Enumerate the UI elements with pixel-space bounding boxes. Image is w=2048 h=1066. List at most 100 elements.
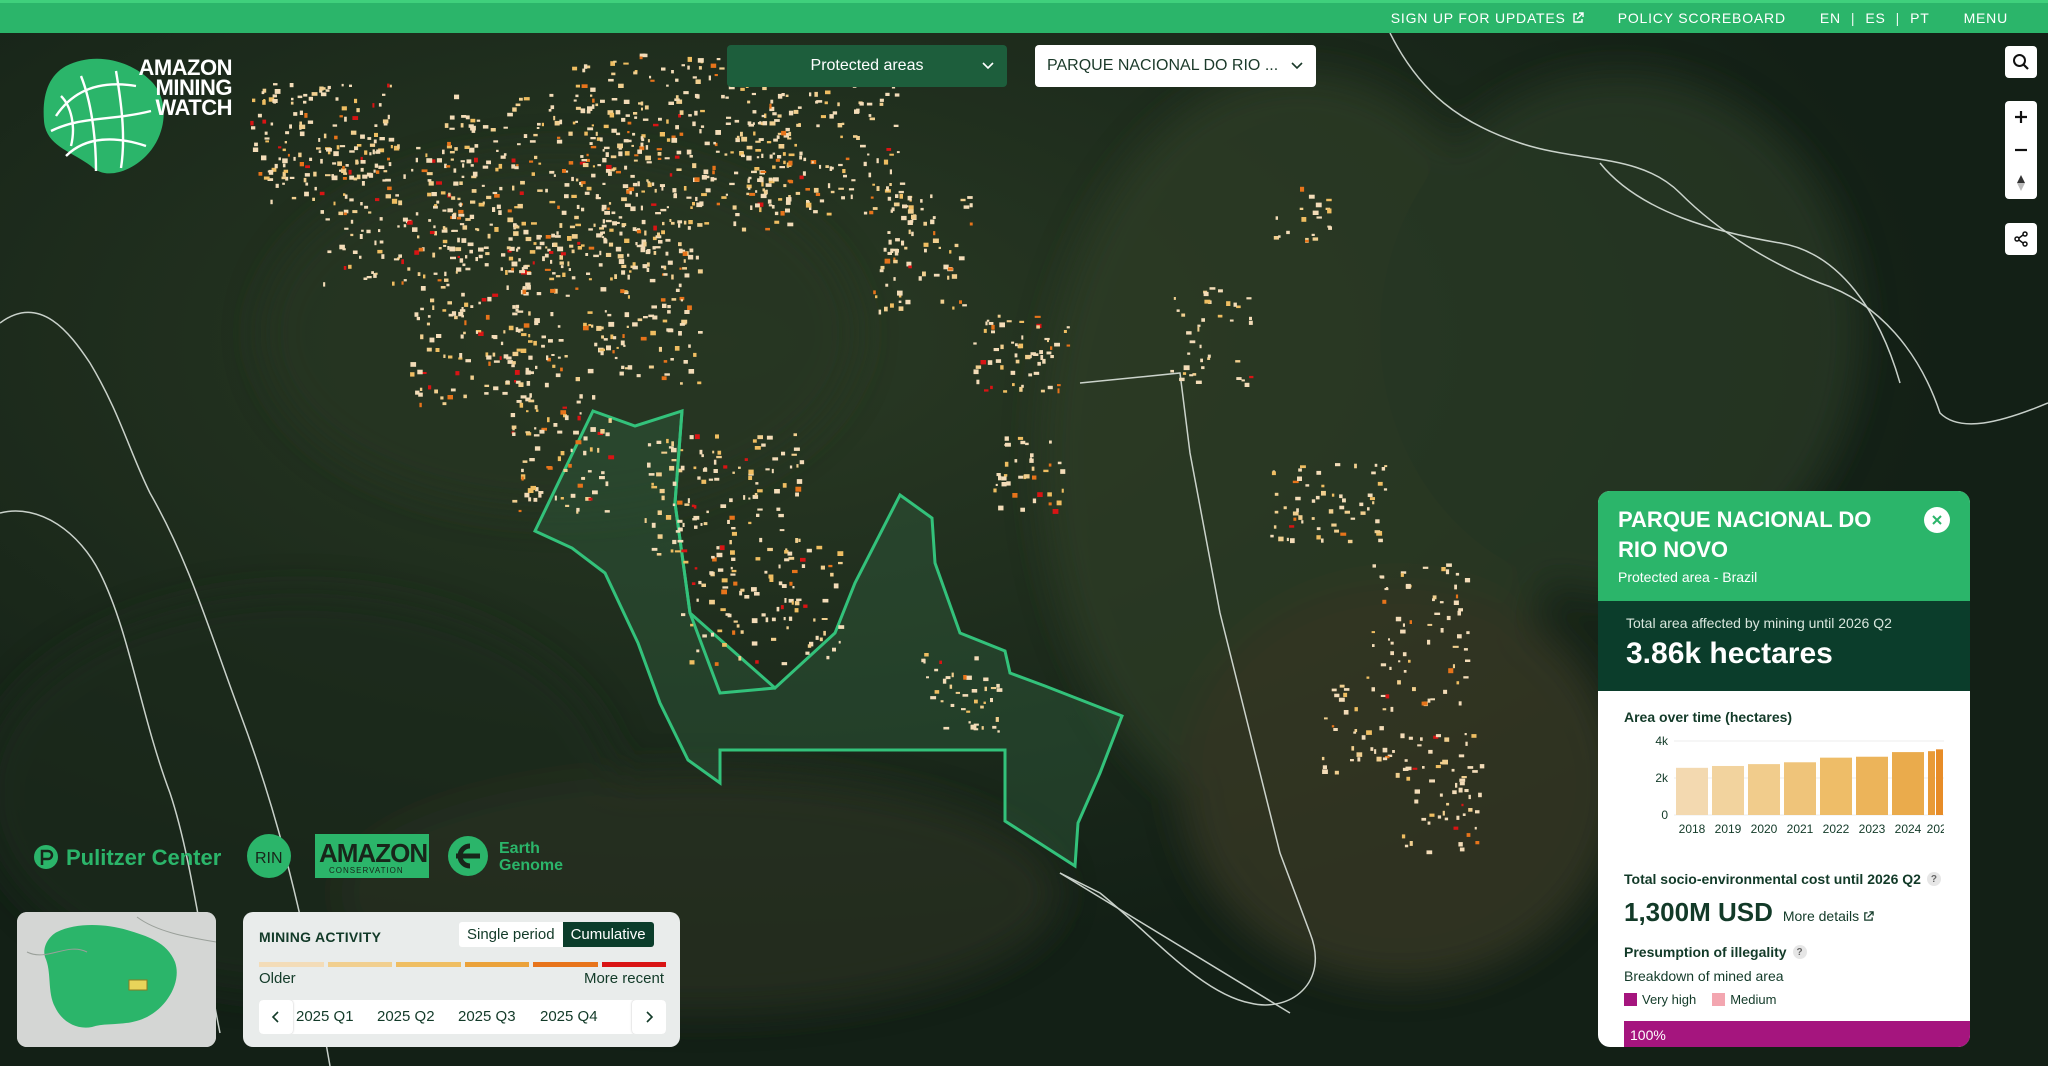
chart-bar[interactable] <box>1784 762 1816 815</box>
chart-bar[interactable] <box>1676 767 1708 815</box>
mining-spot <box>792 569 798 574</box>
mining-spot <box>671 70 674 74</box>
single-period-option[interactable]: Single period <box>459 922 563 947</box>
mining-spot <box>656 440 662 444</box>
mining-spot <box>526 410 529 413</box>
mining-spot <box>387 114 390 120</box>
mining-spot <box>993 488 997 493</box>
mining-spot <box>1422 566 1429 569</box>
mining-spot <box>502 391 508 395</box>
mining-spot <box>869 210 874 215</box>
timeline-period[interactable]: 2025 Q3 <box>458 1008 516 1025</box>
mining-spot <box>584 131 588 136</box>
menu-button[interactable]: MENU <box>1964 10 2008 26</box>
mining-spot <box>851 179 856 182</box>
mining-spot <box>567 236 572 241</box>
help-icon[interactable]: ? <box>1792 945 1807 959</box>
policy-scoreboard-link[interactable]: POLICY SCOREBOARD <box>1618 10 1786 26</box>
timeline-prev-button[interactable] <box>259 1000 293 1034</box>
mining-spot <box>624 165 628 170</box>
mining-spot <box>378 165 385 169</box>
search-button[interactable] <box>2005 46 2037 78</box>
mining-spot <box>602 157 607 163</box>
mining-spot <box>444 271 447 277</box>
mining-spot <box>826 212 832 216</box>
chart-bar[interactable] <box>1820 757 1852 815</box>
chart-bar[interactable] <box>1748 764 1780 815</box>
mining-spot <box>372 149 375 155</box>
mining-spot <box>481 298 487 302</box>
mining-spot <box>632 227 637 231</box>
overview-minimap[interactable] <box>17 912 216 1047</box>
mining-spot <box>515 304 520 309</box>
period-mode-toggle: Single period Cumulative <box>459 922 654 947</box>
mining-spot <box>503 126 508 129</box>
mining-spot <box>705 188 711 193</box>
mining-spot <box>446 283 450 287</box>
timeline-next-button[interactable] <box>632 1000 666 1034</box>
mining-spot <box>290 101 294 105</box>
mining-spot <box>447 301 452 305</box>
share-button[interactable] <box>2005 223 2037 255</box>
mining-spot <box>1308 194 1315 199</box>
mining-spot <box>1274 510 1279 514</box>
mining-spot <box>515 103 521 107</box>
chart-bar[interactable] <box>1712 765 1744 815</box>
mining-spot <box>511 267 514 271</box>
mining-spot <box>703 169 709 175</box>
mining-spot <box>550 312 554 317</box>
area-dropdown[interactable]: PARQUE NACIONAL DO RIO ... <box>1035 45 1316 87</box>
zoom-in-button[interactable] <box>2005 101 2037 133</box>
chart-bar[interactable] <box>1856 756 1888 815</box>
mining-spot <box>1354 729 1358 733</box>
mining-spot <box>455 270 458 274</box>
mining-spot <box>1374 749 1377 754</box>
illegality-bar[interactable]: 100% <box>1624 1021 1970 1047</box>
timeline-period[interactable]: 2025 Q1 <box>296 1008 354 1025</box>
cumulative-option[interactable]: Cumulative <box>562 922 654 947</box>
mining-spot <box>674 346 680 351</box>
lang-pt[interactable]: PT <box>1910 10 1930 26</box>
zoom-out-button[interactable] <box>2005 134 2037 166</box>
more-details-link[interactable]: More details <box>1783 908 1874 924</box>
mining-spot <box>518 258 521 262</box>
mining-spot <box>721 196 727 199</box>
close-panel-button[interactable] <box>1924 507 1950 533</box>
layer-type-dropdown[interactable]: Protected areas <box>727 45 1007 87</box>
chart-bar[interactable] <box>1928 751 1935 815</box>
lang-es[interactable]: ES <box>1865 10 1885 26</box>
chart-bar[interactable] <box>1936 749 1943 815</box>
mining-spot <box>620 340 625 346</box>
reset-bearing-button[interactable] <box>2005 167 2037 199</box>
share-icon <box>2014 231 2028 247</box>
mining-spot <box>1381 467 1386 471</box>
timeline-period[interactable]: 2025 Q2 <box>377 1008 435 1025</box>
mining-spot <box>1015 359 1020 364</box>
mining-spot <box>583 322 587 326</box>
chart-bar[interactable] <box>1892 752 1924 815</box>
compass-icon <box>2017 175 2025 191</box>
mining-spot <box>272 99 278 103</box>
mining-spot <box>678 331 682 336</box>
mining-spot <box>680 449 684 452</box>
timeline-period[interactable]: 2025 Q4 <box>540 1008 598 1025</box>
mining-spot <box>816 124 820 128</box>
mining-spot <box>658 240 663 244</box>
color-scale-step <box>259 962 324 967</box>
mining-spot <box>621 270 626 275</box>
help-icon[interactable]: ? <box>1926 872 1941 886</box>
mining-spot <box>423 274 426 279</box>
lang-en[interactable]: EN <box>1820 10 1841 26</box>
mining-spot <box>698 66 702 70</box>
mining-spot <box>525 431 530 434</box>
mining-spot <box>712 450 715 454</box>
mining-spot <box>572 121 576 125</box>
amazon-label: AMAZON <box>319 838 428 868</box>
mining-spot <box>795 538 799 543</box>
mining-spot <box>963 205 970 209</box>
mining-spot <box>1432 595 1437 600</box>
sign-up-link[interactable]: SIGN UP FOR UPDATES <box>1391 10 1584 26</box>
mining-spot <box>1048 463 1052 467</box>
mining-spot <box>658 346 662 352</box>
mining-spot <box>1468 808 1473 812</box>
